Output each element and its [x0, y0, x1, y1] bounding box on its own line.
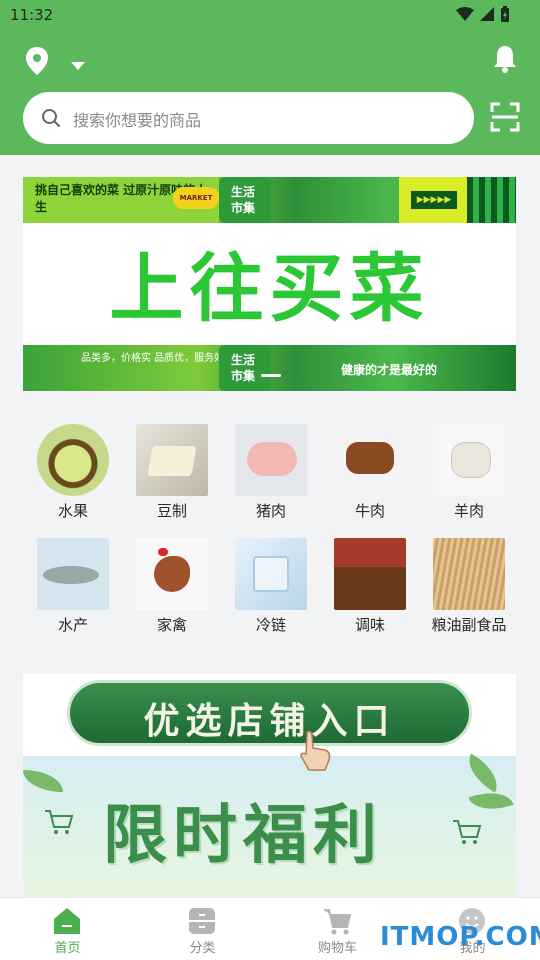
signal-icon — [480, 7, 494, 21]
watermark: ITMOP.COM — [380, 922, 540, 952]
location-button[interactable] — [24, 46, 50, 76]
arrows-text: ▶▶▶▶▶ — [411, 191, 457, 209]
cart-icon — [324, 909, 352, 935]
scan-button[interactable] — [490, 102, 520, 132]
category-beef[interactable]: 牛肉 — [320, 410, 420, 520]
limited-offer[interactable]: 限时福利 — [23, 753, 516, 899]
arrow-box: ▶▶▶▶▶ — [399, 177, 467, 223]
mutton-image — [433, 424, 505, 496]
banner-tagline-box: 挑自己喜欢的菜 过原汁原味的人生 MARKET — [23, 177, 219, 223]
caret-down-icon — [71, 62, 85, 70]
category-label: 水果 — [57, 502, 88, 520]
search-icon — [42, 109, 60, 127]
market-badge: MARKET — [173, 187, 219, 209]
search-input[interactable]: 搜索你想要的商品 — [23, 92, 474, 144]
category-label: 粮油副食品 — [431, 616, 507, 634]
category-label: 冷链 — [255, 616, 286, 634]
category-pork[interactable]: 猪肉 — [221, 410, 321, 520]
category-cold-chain[interactable]: 冷链 — [221, 524, 321, 634]
scan-icon — [490, 102, 520, 132]
category-fruit[interactable]: 水果 — [23, 410, 123, 520]
banner-carousel[interactable]: 挑自己喜欢的菜 过原汁原味的人生 MARKET 生活 市集 ▶▶▶▶▶ 上往买菜… — [23, 177, 516, 392]
poultry-image — [136, 538, 208, 610]
nav-category[interactable]: 分类 — [135, 898, 270, 960]
battery-icon — [501, 6, 509, 22]
bell-icon — [494, 46, 516, 73]
promo-banner[interactable]: 优选店铺入口 限时福利 — [23, 674, 516, 899]
status-bar: 11:32 — [0, 0, 540, 32]
nav-home-label: 首页 — [54, 941, 81, 956]
market-logo: 生活 市集 — [219, 177, 271, 223]
app-header: 11:32 搜索你想要的商品 — [0, 0, 540, 155]
category-seasoning[interactable]: 调味 — [320, 524, 420, 634]
seasoning-image — [334, 538, 406, 610]
category-label: 水产 — [57, 616, 88, 634]
category-grain-oil[interactable]: 粮油副食品 — [419, 524, 519, 634]
status-icons — [456, 6, 510, 22]
leaf-decoration — [460, 753, 506, 793]
limited-offer-title: 限时福利 — [103, 798, 383, 873]
banner-bottom-strip: 品类多，价格实 品质优，服务好 生活 市集 健康的才是最好的 — [23, 345, 516, 391]
noodle-image — [433, 538, 505, 610]
category-label: 牛肉 — [354, 502, 385, 520]
beef-image — [334, 424, 406, 496]
location-pin-icon — [26, 47, 48, 75]
store-entry-button[interactable]: 优选店铺入口 — [67, 680, 472, 746]
fruit-image — [37, 424, 109, 496]
cart-decoration-icon — [45, 810, 74, 834]
location-dropdown[interactable] — [70, 56, 86, 70]
tofu-image — [136, 424, 208, 496]
category-seafood[interactable]: 水产 — [23, 524, 123, 634]
market-logo-bottom: 生活 市集 — [219, 345, 271, 391]
banner-title: 上往买菜 — [109, 246, 430, 332]
banner-top-strip: 挑自己喜欢的菜 过原汁原味的人生 MARKET 生活 市集 ▶▶▶▶▶ — [23, 177, 516, 223]
pork-image — [235, 424, 307, 496]
category-poultry[interactable]: 家禽 — [122, 524, 222, 634]
nav-category-label: 分类 — [189, 941, 216, 956]
store-entry-label: 优选店铺入口 — [143, 700, 396, 742]
category-label: 家禽 — [156, 616, 187, 634]
store-entry[interactable]: 优选店铺入口 — [23, 674, 516, 756]
carousel-indicator — [261, 374, 281, 377]
category-tofu[interactable]: 豆制 — [122, 410, 222, 520]
checker-pattern — [467, 177, 516, 223]
pointer-hand-icon — [300, 730, 331, 771]
banner-bottom-tagline: 品类多，价格实 品质优，服务好 — [81, 353, 225, 364]
category-mutton[interactable]: 羊肉 — [419, 410, 519, 520]
leaf-decoration — [23, 770, 63, 792]
wifi-icon — [456, 7, 474, 21]
category-label: 羊肉 — [453, 502, 484, 520]
cart-decoration-icon — [453, 820, 482, 844]
category-label: 豆制 — [156, 502, 187, 520]
category-label: 调味 — [354, 616, 385, 634]
banner-slogan: 健康的才是最好的 — [341, 363, 438, 377]
category-label: 猪肉 — [255, 502, 286, 520]
search-placeholder: 搜索你想要的商品 — [73, 111, 202, 130]
notification-button[interactable] — [492, 44, 518, 74]
status-time: 11:32 — [10, 6, 54, 24]
nav-home[interactable]: 首页 — [0, 898, 135, 960]
category-icon — [189, 908, 215, 934]
home-icon — [54, 908, 80, 934]
seafood-image — [37, 538, 109, 610]
ice-image — [235, 538, 307, 610]
